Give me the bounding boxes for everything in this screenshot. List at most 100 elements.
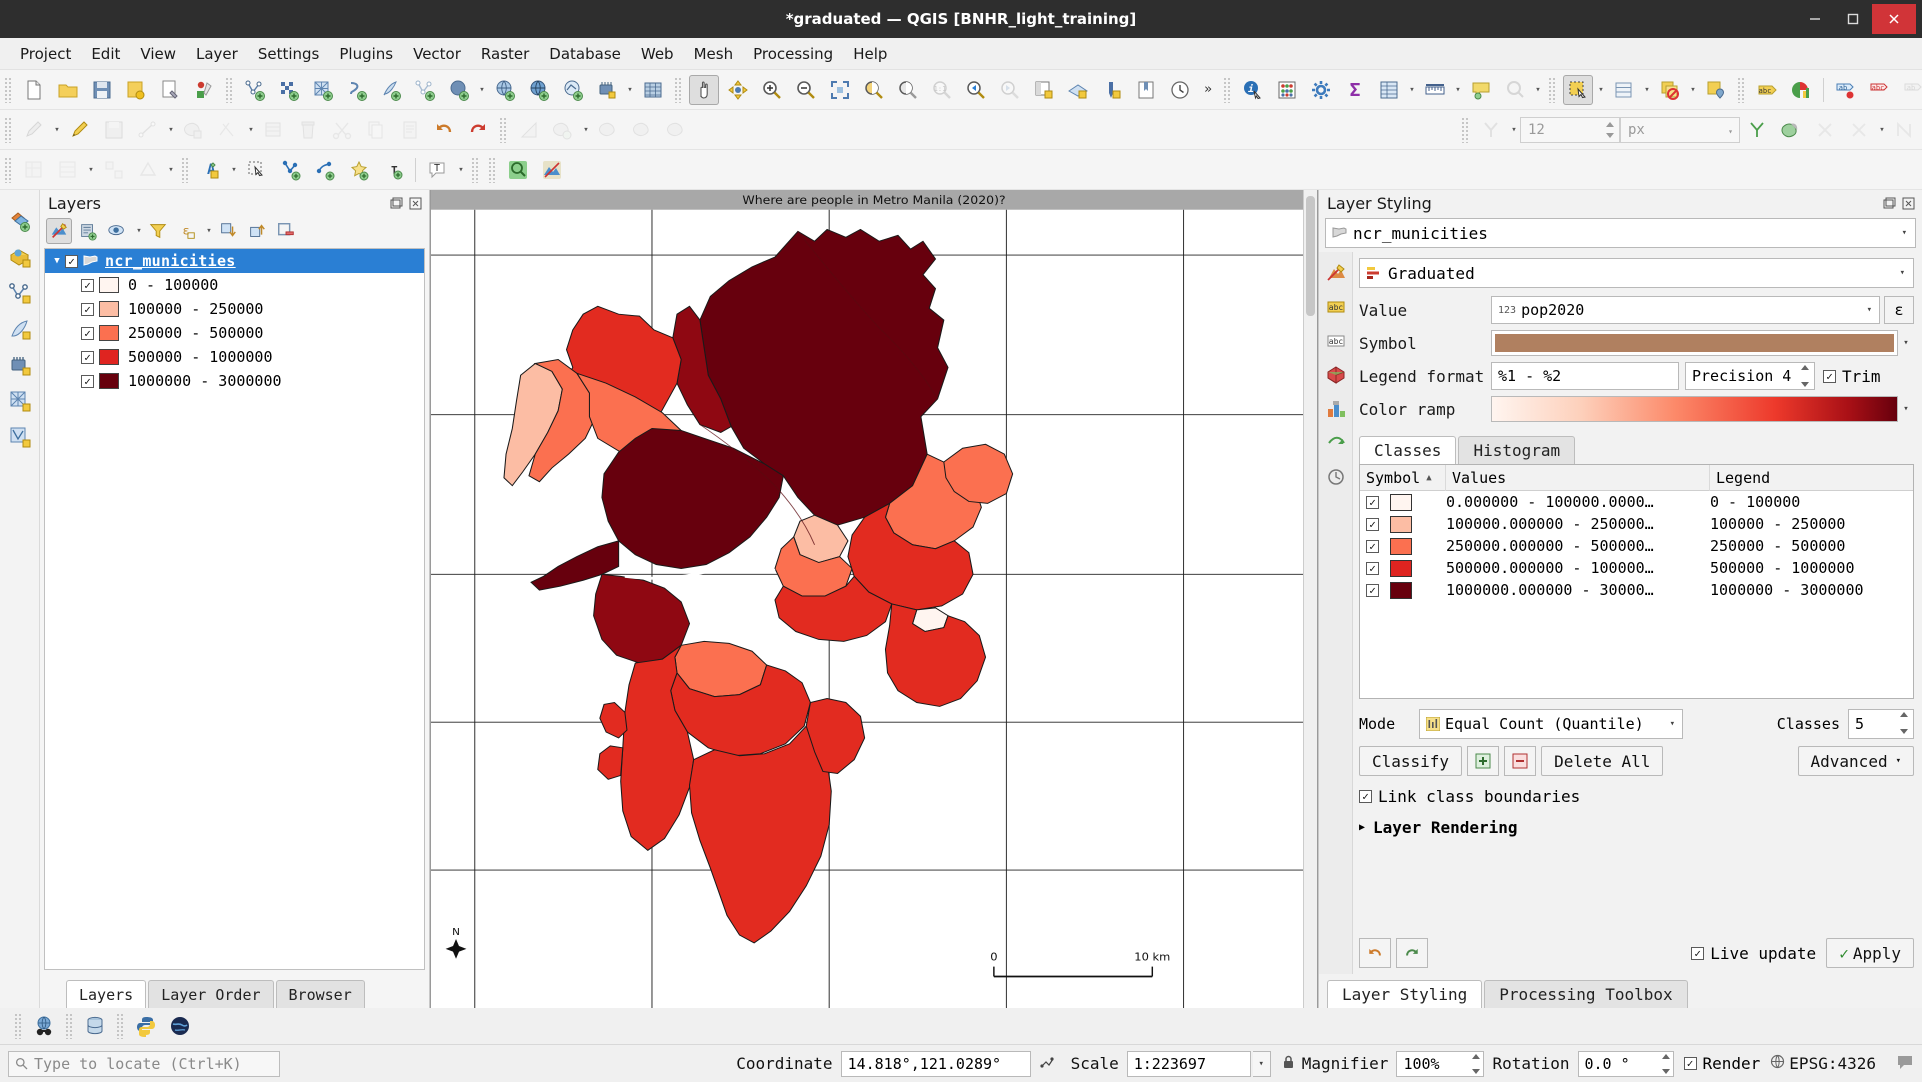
row-symbol[interactable]: ✓ — [1360, 582, 1446, 599]
pan-map-icon[interactable] — [689, 75, 719, 105]
snapping-units-select[interactable]: px ▾ — [1620, 117, 1740, 143]
column-header-symbol[interactable]: Symbol ▲ — [1360, 465, 1446, 491]
chevron-down-icon[interactable]: ▾ — [1641, 75, 1653, 105]
modify-attributes-icon[interactable] — [259, 115, 289, 145]
chevron-down-icon[interactable]: ▾ — [1898, 329, 1914, 357]
new-mesh-layer-icon[interactable] — [308, 75, 338, 105]
row-legend[interactable]: 0 - 100000 — [1710, 493, 1913, 511]
label-toolbar-icon[interactable]: A — [196, 155, 226, 185]
mode-select[interactable]: Equal Count (Quantile) ▾ — [1419, 709, 1683, 739]
spinner-arrows[interactable] — [1898, 712, 1910, 734]
undock-icon[interactable] — [1881, 195, 1897, 211]
remove-layer-icon[interactable] — [273, 218, 299, 244]
menu-plugins[interactable]: Plugins — [329, 41, 403, 67]
locate-input[interactable]: Type to locate (Ctrl+K) — [8, 1051, 280, 1077]
row-values[interactable]: 250000.000000 - 500000… — [1446, 537, 1710, 555]
menu-view[interactable]: View — [130, 41, 186, 67]
delete-selected-icon[interactable] — [293, 115, 323, 145]
new-spatialite-layer-icon[interactable] — [376, 75, 406, 105]
row-values[interactable]: 0.000000 - 100000.0000… — [1446, 493, 1710, 511]
move-label-icon[interactable]: ab — [1831, 75, 1861, 105]
row-legend[interactable]: 100000 - 250000 — [1710, 515, 1913, 533]
move-label-tool-icon[interactable] — [310, 155, 340, 185]
trim-checkbox-box[interactable]: ✓ — [1823, 370, 1836, 383]
toolbar-grip[interactable] — [225, 77, 234, 103]
menu-database[interactable]: Database — [539, 41, 631, 67]
layer-tree-item-ncr-municities[interactable]: ▼ ✓ ncr_municities — [45, 249, 424, 273]
menu-web[interactable]: Web — [631, 41, 684, 67]
zoom-next-icon[interactable] — [995, 75, 1025, 105]
add-mesh-icon[interactable] — [5, 386, 35, 416]
current-edits-icon[interactable] — [19, 115, 49, 145]
coordinate-input[interactable]: 14.818°,121.0289° — [841, 1051, 1031, 1077]
save-project-icon[interactable] — [87, 75, 117, 105]
change-label-icon[interactable]: ab — [1899, 75, 1922, 105]
chevron-down-icon[interactable]: ▾ — [1452, 75, 1464, 105]
live-update-checkbox[interactable]: ✓ Live update — [1691, 944, 1816, 963]
add-layer-icon[interactable] — [5, 206, 35, 236]
add-wms-layer-icon[interactable] — [490, 75, 520, 105]
spinner-arrows[interactable] — [1799, 365, 1811, 387]
show-search-icon[interactable] — [1500, 75, 1530, 105]
tab-layer-order[interactable]: Layer Order — [148, 980, 273, 1008]
row-checkbox[interactable]: ✓ — [1366, 496, 1379, 509]
scale-dropdown-icon[interactable]: ▾ — [1253, 1051, 1271, 1077]
attribute-action-icon[interactable] — [99, 155, 129, 185]
toolbar-overflow-icon[interactable]: » — [1197, 75, 1219, 105]
toolbar-grip[interactable] — [499, 117, 508, 143]
scrollbar-thumb[interactable] — [1306, 196, 1315, 316]
filter-legend-expression-icon[interactable]: ε — [174, 218, 200, 244]
chevron-down-icon[interactable]: ▾ — [1687, 75, 1699, 105]
tab-histogram[interactable]: Histogram — [1458, 436, 1575, 464]
open-layer-styling-panel-icon[interactable] — [46, 218, 72, 244]
toolbar-grip[interactable] — [1461, 117, 1470, 143]
chevron-down-icon[interactable]: ▾ — [1876, 115, 1888, 145]
masks-icon[interactable]: abc — [1322, 326, 1350, 356]
chevron-down-icon[interactable]: ▾ — [1896, 756, 1901, 766]
processing-model-icon[interactable] — [19, 155, 49, 185]
map-tips-icon[interactable] — [1466, 75, 1496, 105]
close-button[interactable] — [1872, 4, 1916, 34]
snapping-vertex-icon[interactable] — [1742, 115, 1772, 145]
toolbar-grip[interactable] — [471, 157, 480, 183]
row-symbol[interactable]: ✓ — [1360, 516, 1446, 533]
layer-rendering-section[interactable]: ▶ Layer Rendering — [1359, 818, 1914, 837]
labels-icon[interactable]: abc — [1322, 292, 1350, 322]
add-point-cloud-icon[interactable] — [5, 422, 35, 452]
layer-tree[interactable]: ▼ ✓ ncr_municities ✓ 0 - 100000 ✓ 100000… — [44, 248, 425, 970]
toolbar-grip[interactable] — [674, 77, 683, 103]
class-visibility-checkbox[interactable]: ✓ — [81, 327, 94, 340]
toolbar-grip[interactable] — [488, 157, 497, 183]
chevron-down-icon[interactable]: ▾ — [455, 155, 467, 185]
toolbar-grip[interactable] — [116, 1013, 125, 1039]
menu-layer[interactable]: Layer — [186, 41, 248, 67]
chevron-down-icon[interactable]: ▾ — [1508, 115, 1520, 145]
deselect-features-icon[interactable] — [1655, 75, 1685, 105]
collapse-all-icon[interactable] — [244, 218, 270, 244]
chevron-right-icon[interactable]: ▶ — [1359, 822, 1365, 833]
metasearch-icon[interactable] — [29, 1011, 59, 1041]
row-symbol[interactable]: ✓ — [1360, 494, 1446, 511]
avoid-overlap-icon[interactable] — [1810, 115, 1840, 145]
add-postgis-layer-icon[interactable] — [444, 75, 474, 105]
select-by-expression-icon[interactable] — [53, 155, 83, 185]
chevron-down-icon[interactable]: ▾ — [245, 115, 257, 145]
add-feature-line-icon[interactable] — [133, 115, 163, 145]
zoom-native-icon[interactable]: 1:1 — [927, 75, 957, 105]
diagram-icon[interactable] — [1786, 75, 1816, 105]
class-visibility-checkbox[interactable]: ✓ — [81, 303, 94, 316]
add-vector-layer-icon[interactable] — [410, 75, 440, 105]
add-geopackage-icon[interactable] — [5, 242, 35, 272]
legend-class-3[interactable]: ✓ 500000 - 1000000 — [45, 345, 424, 369]
menu-mesh[interactable]: Mesh — [684, 41, 744, 67]
chevron-down-icon[interactable]: ▾ — [165, 115, 177, 145]
chevron-down-icon[interactable]: ▾ — [1902, 228, 1907, 238]
zoom-out-icon[interactable] — [791, 75, 821, 105]
extent-toggle-icon[interactable] — [1039, 1054, 1055, 1074]
classify-button[interactable]: Classify — [1359, 746, 1462, 776]
expand-all-icon[interactable] — [215, 218, 241, 244]
add-arcgis-layer-icon[interactable] — [592, 75, 622, 105]
zoom-last-icon[interactable] — [961, 75, 991, 105]
symbol-preview[interactable] — [1491, 330, 1898, 356]
magnifier-input[interactable]: 100% — [1396, 1051, 1484, 1077]
